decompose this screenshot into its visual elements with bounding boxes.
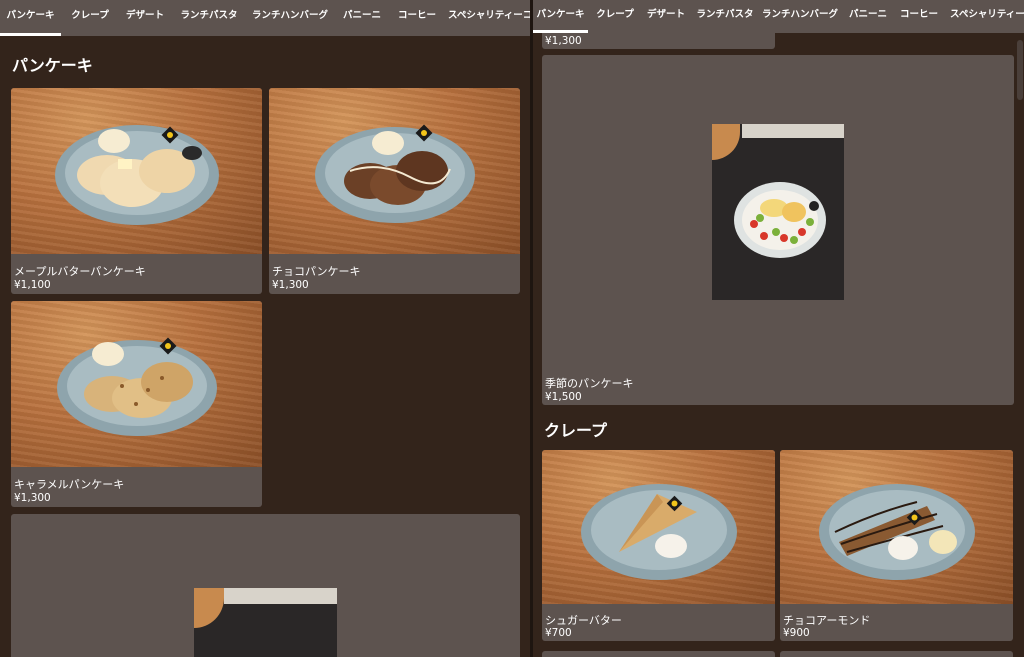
item-name: 季節のパンケーキ: [545, 377, 634, 390]
item-name: シュガーバター: [545, 614, 622, 627]
menu-card-sugar-butter[interactable]: シュガーバター ¥700: [542, 450, 775, 641]
item-name: メープルバターパンケーキ: [14, 265, 146, 278]
crepe-photo: [780, 450, 1013, 604]
tab-crepe[interactable]: クレープ: [590, 0, 640, 33]
tab-lunch-hamburg[interactable]: ランチハンバーグ: [760, 0, 840, 33]
item-price: ¥1,300: [272, 279, 309, 291]
scrollbar-thumb[interactable]: [1017, 40, 1023, 100]
crepe-photo: [542, 450, 775, 604]
tab-lunch-hamburg[interactable]: ランチハンバーグ: [247, 0, 333, 36]
tab-panini[interactable]: パニーニ: [334, 0, 390, 36]
tab-lunch-pasta[interactable]: ランチパスタ: [172, 0, 246, 36]
tab-crepe[interactable]: クレープ: [62, 0, 118, 36]
left-pane: パンケーキ クレープ デザート ランチパスタ ランチハンバーグ パニーニ コーヒ…: [0, 0, 530, 657]
category-tab-bar[interactable]: パンケーキ クレープ デザート ランチパスタ ランチハンバーグ パニーニ コーヒ…: [0, 0, 530, 36]
tab-specialty-coffee[interactable]: スペシャリティーコ: [950, 0, 1024, 33]
right-pane: ¥1,300 パンケーキ クレープ デザート ランチパスタ ランチハンバーグ パ…: [533, 0, 1024, 657]
menu-card-choco-almond[interactable]: チョコアーモンド ¥900: [780, 450, 1013, 641]
fruit-pancake-plate-icon: [734, 182, 826, 258]
section-title-pancake: パンケーキ: [12, 56, 93, 75]
menu-card-seasonal-pancake[interactable]: [11, 514, 520, 657]
menu-card-seasonal-pancake[interactable]: 季節のパンケーキ ¥1,500: [542, 55, 1014, 405]
category-tab-bar[interactable]: パンケーキ クレープ デザート ランチパスタ ランチハンバーグ パニーニ コーヒ…: [533, 0, 1024, 33]
tab-dessert[interactable]: デザート: [119, 0, 171, 36]
seasonal-pancake-photo: [194, 588, 337, 657]
tab-coffee[interactable]: コーヒー: [895, 0, 943, 33]
item-price: ¥1,300: [545, 35, 582, 47]
item-name: チョコパンケーキ: [272, 265, 361, 278]
menu-card-next-row[interactable]: [542, 651, 775, 657]
tab-dessert[interactable]: デザート: [642, 0, 690, 33]
item-price: ¥900: [783, 627, 810, 639]
menu-card-next-row[interactable]: [780, 651, 1013, 657]
item-price: ¥700: [545, 627, 572, 639]
menu-card-caramel-pancake[interactable]: キャラメルパンケーキ ¥1,300: [11, 301, 262, 507]
tab-pancake[interactable]: パンケーキ: [533, 0, 588, 33]
section-title-crepe: クレープ: [544, 421, 608, 440]
pancake-photo: [269, 88, 520, 254]
tab-lunch-pasta[interactable]: ランチパスタ: [692, 0, 758, 33]
tab-specialty-coffee[interactable]: スペシャリティーコ: [448, 0, 530, 36]
item-name: チョコアーモンド: [783, 614, 871, 627]
item-price: ¥1,100: [14, 279, 51, 291]
menu-card-choco-pancake[interactable]: チョコパンケーキ ¥1,300: [269, 88, 520, 294]
menu-card-maple-butter-pancake[interactable]: メープルバターパンケーキ ¥1,100: [11, 88, 262, 294]
item-price: ¥1,300: [14, 492, 51, 504]
item-price: ¥1,500: [545, 391, 582, 403]
pancake-photo: [11, 301, 262, 467]
item-name: キャラメルパンケーキ: [14, 478, 125, 491]
seasonal-pancake-photo: [712, 124, 844, 300]
pancake-photo: [11, 88, 262, 254]
tab-coffee[interactable]: コーヒー: [391, 0, 443, 36]
tab-pancake[interactable]: パンケーキ: [0, 0, 61, 36]
tab-panini[interactable]: パニーニ: [843, 0, 893, 33]
